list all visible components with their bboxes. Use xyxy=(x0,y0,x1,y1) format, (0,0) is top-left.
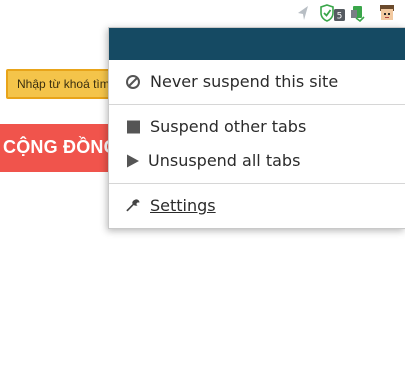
unsuspend-all-label: Unsuspend all tabs xyxy=(148,151,301,170)
search-placeholder: Nhập từ khoá tìm xyxy=(17,77,110,91)
stop-square-icon xyxy=(127,120,140,134)
no-entry-icon xyxy=(126,75,140,89)
padlock-extension-icon[interactable] xyxy=(350,4,366,22)
unsuspend-all-tabs-item[interactable]: Unsuspend all tabs xyxy=(109,148,405,174)
suspender-face-icon[interactable] xyxy=(378,4,396,22)
menu-divider xyxy=(109,183,405,184)
tab-suspender-popup: Never suspend this site Suspend other ta… xyxy=(108,27,405,229)
play-triangle-icon xyxy=(127,154,139,168)
never-suspend-site-item[interactable]: Never suspend this site xyxy=(109,69,405,95)
extension-toolbar: 5 xyxy=(0,0,405,28)
popup-header xyxy=(109,28,405,60)
suspend-other-label: Suspend other tabs xyxy=(150,117,307,136)
navigation-arrow-icon[interactable] xyxy=(296,4,310,22)
settings-link[interactable]: Settings xyxy=(109,193,405,219)
shield-badge-count: 5 xyxy=(337,12,343,22)
menu-divider xyxy=(109,104,405,105)
shield-badge-icon[interactable]: 5 xyxy=(320,4,346,22)
suspend-other-tabs-item[interactable]: Suspend other tabs xyxy=(109,114,405,140)
settings-label: Settings xyxy=(150,196,216,215)
wrench-icon xyxy=(126,199,140,212)
never-suspend-label: Never suspend this site xyxy=(150,72,339,91)
community-label: CỘNG ĐỒNG xyxy=(3,137,118,157)
